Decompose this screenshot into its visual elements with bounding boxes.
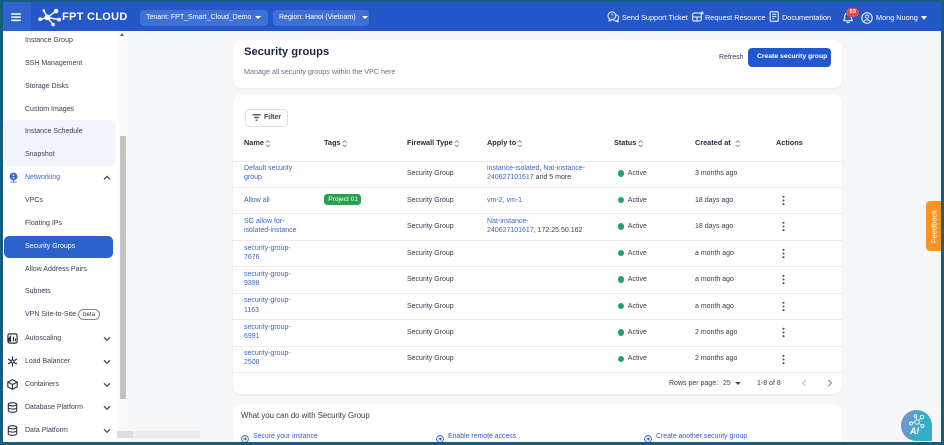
svg-text:?: ?: [610, 13, 613, 19]
svg-text:AI: AI: [909, 426, 919, 436]
